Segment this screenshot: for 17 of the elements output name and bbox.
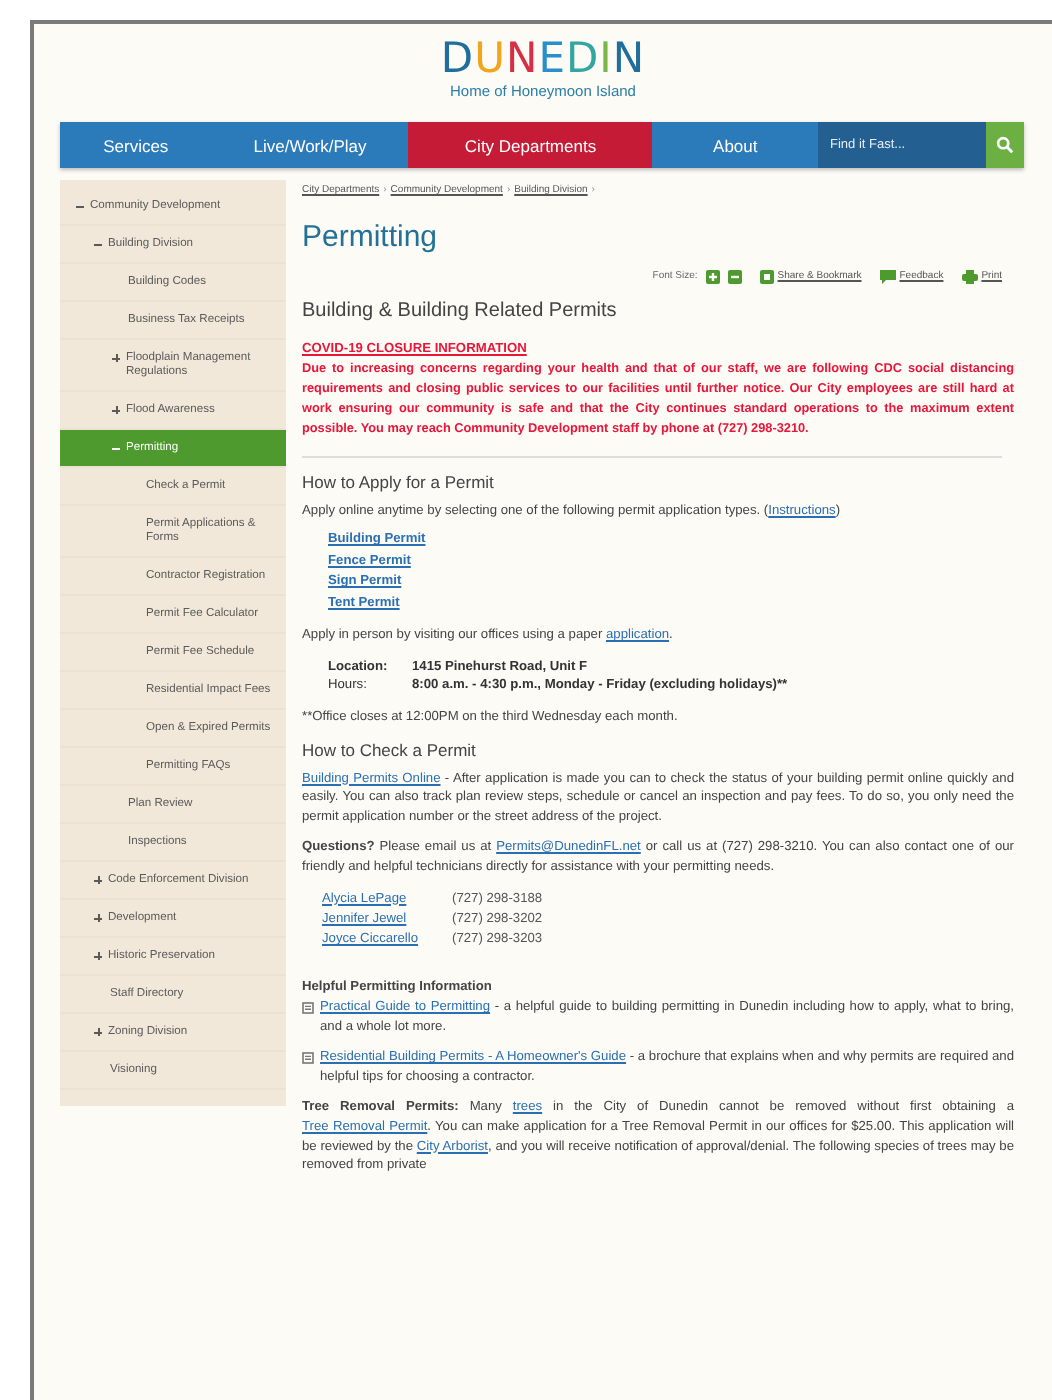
page-title: Permitting [302, 219, 440, 256]
nav-item[interactable]: Live/Work/Play [211, 122, 409, 168]
increase-font-icon[interactable] [705, 269, 720, 284]
document-icon [302, 1002, 314, 1015]
nav-item[interactable]: City Departments [408, 122, 653, 168]
nav-item[interactable]: Services [60, 122, 212, 168]
decrease-font-icon[interactable] [727, 269, 742, 284]
share-icon [759, 269, 774, 284]
logo[interactable]: DUNEDIN [440, 36, 646, 80]
nav-item[interactable]: About [652, 122, 818, 168]
speech-bubble-icon [879, 269, 896, 284]
search-button[interactable] [986, 122, 1024, 168]
document-icon [302, 1052, 314, 1065]
section-heading: How to Check a Permit [302, 739, 478, 760]
section-heading: Building & Building Related Permits [302, 300, 619, 325]
section-heading: How to Apply for a Permit [302, 471, 496, 492]
search-icon [996, 136, 1014, 154]
